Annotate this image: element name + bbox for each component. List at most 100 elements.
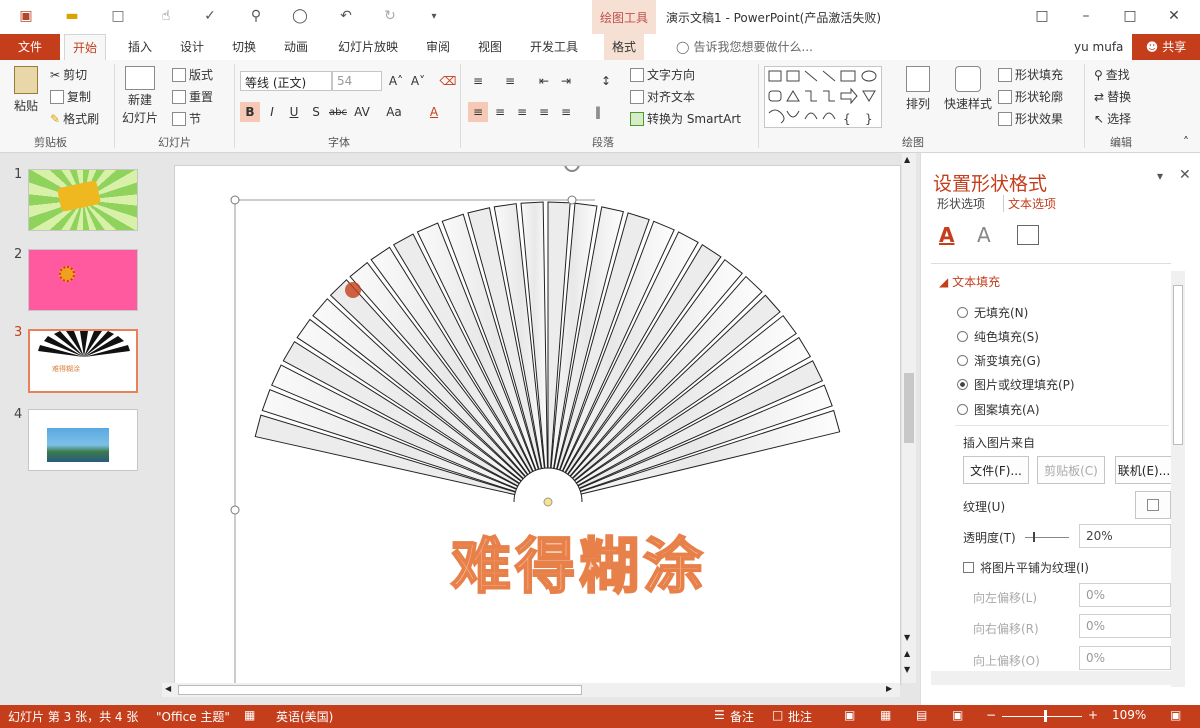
transparency-slider[interactable] — [1025, 532, 1069, 542]
tab-shape-options[interactable]: 形状选项 — [937, 195, 985, 212]
print-preview-icon[interactable]: ⚲ — [246, 6, 266, 26]
previous-slide-icon[interactable]: ▲ — [904, 649, 910, 658]
transparency-input[interactable]: 20% — [1079, 524, 1171, 548]
resize-handle[interactable] — [567, 195, 577, 205]
offset-right-input[interactable]: 0% — [1079, 614, 1171, 638]
zoom-level[interactable]: 109% — [1112, 708, 1146, 722]
slide-thumbnail[interactable] — [28, 409, 138, 471]
numbering-icon[interactable]: ≡ — [500, 71, 520, 91]
decrease-indent-icon[interactable]: ⇤ — [534, 71, 554, 91]
grow-font-icon[interactable]: A˄ — [386, 71, 406, 91]
textbox-icon[interactable] — [1017, 225, 1039, 245]
insert-online-button[interactable]: 联机(E)... — [1115, 456, 1173, 484]
comments-icon[interactable]: □ — [772, 708, 783, 722]
align-left-icon[interactable]: ≡ — [468, 102, 488, 122]
bold-icon[interactable]: B — [240, 102, 260, 122]
format-painter-button[interactable]: ✎ 格式刷 — [50, 110, 99, 127]
text-direction-button[interactable]: 文字方向 — [630, 66, 695, 83]
increase-indent-icon[interactable]: ⇥ — [556, 71, 576, 91]
tab-slideshow[interactable]: 幻灯片放映 — [330, 34, 406, 60]
user-name[interactable]: yu mufa — [1066, 34, 1131, 60]
tile-checkbox[interactable]: 将图片平铺为纹理(I) — [963, 559, 1089, 576]
scroll-down-icon[interactable]: ▼ — [904, 633, 910, 642]
normal-view-icon[interactable]: ▣ — [844, 708, 855, 722]
slide-sorter-icon[interactable]: ▦ — [880, 708, 891, 722]
insert-clipboard-button[interactable]: 剪贴板(C) — [1037, 456, 1105, 484]
strikethrough-icon[interactable]: abc — [328, 102, 348, 122]
minimize-icon[interactable]: – — [1064, 0, 1108, 32]
shape-fill-button[interactable]: 形状填充 — [998, 66, 1063, 83]
fill-option-none[interactable]: 无填充(N) — [957, 304, 1028, 321]
canvas-horizontal-scrollbar[interactable]: ◀ ▶ — [162, 683, 900, 697]
align-right-icon[interactable]: ≡ — [512, 102, 532, 122]
shadow-icon[interactable]: S — [306, 102, 326, 122]
layout-button[interactable]: 版式 — [172, 66, 213, 83]
underline-icon[interactable]: U — [284, 102, 304, 122]
scroll-left-icon[interactable]: ◀ — [165, 684, 171, 693]
slide-editor[interactable]: 难得糊涂 — [174, 165, 902, 686]
slider-thumb[interactable] — [1033, 532, 1035, 542]
tab-design[interactable]: 设计 — [172, 34, 212, 60]
zoom-slider-thumb[interactable] — [1044, 710, 1047, 722]
texture-picker[interactable] — [1135, 491, 1171, 519]
slide-thumbnail-active[interactable]: 难得糊涂 — [28, 329, 138, 393]
tab-home[interactable]: 开始 — [64, 34, 107, 60]
canvas-vertical-scrollbar[interactable]: ▲ ▼ ▲ ▼ — [902, 153, 916, 683]
redo-icon[interactable]: ↻ — [380, 6, 400, 26]
rotate-handle-icon[interactable] — [564, 166, 580, 172]
tell-me-box[interactable]: ◯ 告诉我您想要做什么... — [668, 34, 821, 60]
smartart-button[interactable]: 转换为 SmartArt — [630, 110, 741, 127]
font-color-icon[interactable]: A — [424, 102, 444, 122]
reset-button[interactable]: 重置 — [172, 88, 213, 105]
slideshow-view-icon[interactable]: ▣ — [952, 708, 963, 722]
arrange-button[interactable]: 排列 — [906, 66, 930, 112]
fill-option-solid[interactable]: 纯色填充(S) — [957, 328, 1039, 345]
align-text-button[interactable]: 对齐文本 — [630, 88, 695, 105]
reading-view-icon[interactable]: ▤ — [916, 708, 927, 722]
fan-graphic[interactable] — [175, 166, 902, 686]
language-status[interactable]: 英语(美国) — [276, 708, 333, 725]
scroll-thumb[interactable] — [904, 373, 914, 443]
clear-format-icon[interactable]: ⌫ — [438, 71, 458, 91]
fit-to-window-icon[interactable]: ▣ — [1170, 708, 1181, 722]
pane-close-icon[interactable]: ✕ — [1179, 167, 1191, 183]
section-text-fill[interactable]: ◢ 文本填充 — [939, 273, 1000, 290]
justify-icon[interactable]: ≡ — [534, 102, 554, 122]
pane-vertical-scrollbar[interactable] — [1171, 271, 1185, 687]
copy-button[interactable]: 复制 — [50, 88, 91, 105]
distribute-icon[interactable]: ≡ — [556, 102, 576, 122]
maximize-icon[interactable]: □ — [1108, 0, 1152, 32]
start-slideshow-icon[interactable]: ◯ — [290, 6, 310, 26]
tab-insert[interactable]: 插入 — [120, 34, 160, 60]
spelling-icon[interactable]: ✓ — [200, 6, 220, 26]
resize-handle[interactable] — [230, 195, 240, 205]
next-slide-icon[interactable]: ▼ — [904, 665, 910, 674]
offset-top-input[interactable]: 0% — [1079, 646, 1171, 670]
section-button[interactable]: 节 — [172, 110, 201, 127]
offset-left-input[interactable]: 0% — [1079, 583, 1171, 607]
fill-option-gradient[interactable]: 渐变填充(G) — [957, 352, 1041, 369]
shape-effects-button[interactable]: 形状效果 — [998, 110, 1063, 127]
close-window-icon[interactable]: ✕ — [1152, 0, 1196, 32]
columns-icon[interactable]: ‖ — [588, 102, 608, 122]
text-fill-outline-icon[interactable]: A — [939, 223, 954, 247]
scroll-up-icon[interactable]: ▲ — [904, 155, 910, 164]
text-effects-icon[interactable]: A — [977, 223, 991, 247]
tab-view[interactable]: 视图 — [470, 34, 510, 60]
save-icon[interactable]: ▣ — [16, 6, 36, 26]
notes-icon[interactable]: ☰ — [714, 708, 725, 722]
tab-animations[interactable]: 动画 — [276, 34, 316, 60]
slide-thumbnail[interactable] — [28, 249, 138, 311]
adjust-handle[interactable] — [543, 497, 553, 507]
fill-option-picture[interactable]: 图片或纹理填充(P) — [957, 376, 1075, 393]
share-button[interactable]: ☻ 共享 — [1132, 34, 1200, 60]
ribbon-display-options-icon[interactable]: □ — [1020, 0, 1064, 32]
comments-button[interactable]: 批注 — [788, 708, 812, 725]
tab-developer[interactable]: 开发工具 — [522, 34, 586, 60]
scroll-right-icon[interactable]: ▶ — [886, 684, 892, 693]
undo-icon[interactable]: ↶ — [336, 6, 356, 26]
fill-option-pattern[interactable]: 图案填充(A) — [957, 401, 1040, 418]
new-slide-button[interactable]: 新建 幻灯片 — [122, 66, 158, 126]
slide-thumbnail[interactable] — [28, 169, 138, 231]
shapes-gallery[interactable]: {} — [764, 66, 882, 128]
